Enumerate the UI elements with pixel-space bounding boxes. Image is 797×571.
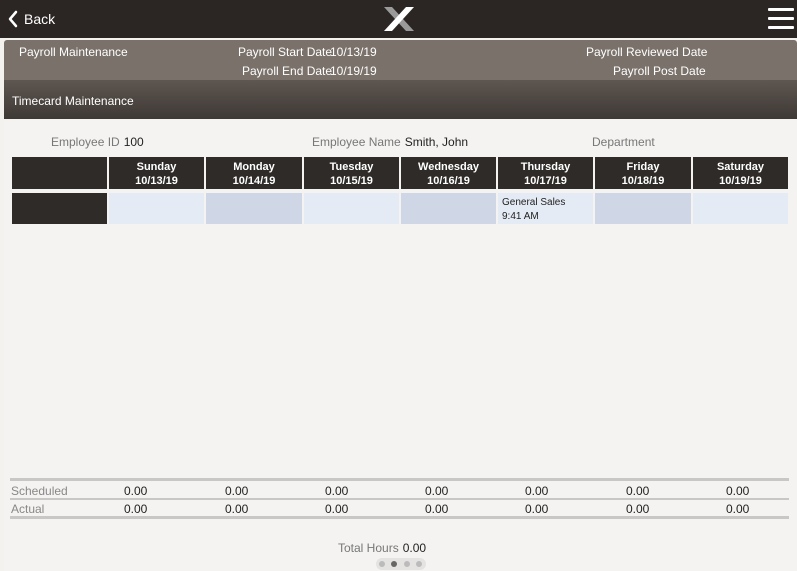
scheduled-value: 0.00: [626, 484, 650, 498]
actual-value: 0.00: [726, 502, 750, 516]
department-label: Department: [592, 135, 655, 149]
total-hours-value: 0.00: [402, 541, 427, 555]
actual-label: Actual: [11, 502, 45, 516]
divider: [10, 478, 789, 481]
page-dot[interactable]: [404, 561, 410, 567]
day-header-thursday: Thursday 10/17/19: [498, 157, 593, 189]
total-hours-label: Total Hours: [338, 541, 399, 555]
row-label-cell: [12, 193, 107, 224]
day-header-wednesday: Wednesday 10/16/19: [401, 157, 496, 189]
payroll-header: Payroll Maintenance Payroll Start Date 1…: [4, 40, 797, 80]
day-header-monday: Monday 10/14/19: [206, 157, 302, 189]
scheduled-value: 0.00: [325, 484, 349, 498]
day-header-tuesday: Tuesday 10/15/19: [304, 157, 399, 189]
actual-value: 0.00: [124, 502, 148, 516]
day-cell-monday[interactable]: [206, 193, 302, 224]
total-hours: Total Hours 0.00: [338, 541, 426, 555]
day-cell-wednesday[interactable]: [401, 193, 496, 224]
day-cell-saturday[interactable]: [693, 193, 788, 224]
scheduled-label: Scheduled: [11, 484, 68, 498]
employee-id-label: Employee ID: [51, 135, 120, 149]
employee-name: Employee Name Smith, John: [312, 135, 468, 149]
divider: [10, 498, 789, 500]
actual-value: 0.00: [626, 502, 650, 516]
actual-value: 0.00: [425, 502, 449, 516]
payroll-start-value: 10/13/19: [330, 45, 377, 59]
page-dot[interactable]: [416, 561, 422, 567]
top-bar: Back: [0, 0, 797, 38]
day-header-sunday: Sunday 10/13/19: [109, 157, 204, 189]
entry-job: General Sales: [502, 197, 566, 208]
day-header-friday: Friday 10/18/19: [595, 157, 691, 189]
employee-id: Employee ID 100: [51, 135, 144, 149]
scheduled-value: 0.00: [425, 484, 449, 498]
section-header: Timecard Maintenance: [4, 80, 797, 119]
day-cell-friday[interactable]: [595, 193, 691, 224]
scheduled-value: 0.00: [225, 484, 249, 498]
back-label: Back: [24, 11, 56, 27]
logo-x-icon: [384, 7, 414, 31]
hamburger-menu-icon[interactable]: [768, 8, 794, 30]
day-cell-tuesday[interactable]: [304, 193, 399, 224]
payroll-title: Payroll Maintenance: [19, 45, 128, 59]
day-cell-thursday[interactable]: General Sales 9:41 AM: [498, 193, 593, 224]
chevron-left-icon: [8, 10, 18, 28]
divider: [10, 516, 789, 519]
employee-id-value: 100: [123, 135, 144, 149]
back-button[interactable]: Back: [8, 8, 55, 30]
scheduled-value: 0.00: [726, 484, 750, 498]
day-header-saturday: Saturday 10/19/19: [693, 157, 788, 189]
employee-name-label: Employee Name: [312, 135, 401, 149]
payroll-reviewed-label: Payroll Reviewed Date: [586, 45, 708, 59]
payroll-end-label: Payroll End Date: [242, 64, 333, 78]
department: Department: [592, 135, 655, 149]
scheduled-value: 0.00: [525, 484, 549, 498]
actual-value: 0.00: [525, 502, 549, 516]
employee-name-value: Smith, John: [404, 135, 469, 149]
day-cell-sunday[interactable]: [109, 193, 204, 224]
actual-value: 0.00: [225, 502, 249, 516]
payroll-end-value: 10/19/19: [330, 64, 377, 78]
scheduled-value: 0.00: [124, 484, 148, 498]
section-title: Timecard Maintenance: [12, 94, 134, 108]
entry-time: 9:41 AM: [502, 211, 539, 222]
payroll-post-label: Payroll Post Date: [613, 64, 706, 78]
page-dot-active[interactable]: [391, 561, 397, 567]
grid-corner: [12, 157, 107, 189]
actual-value: 0.00: [325, 502, 349, 516]
page-indicator[interactable]: [376, 558, 426, 570]
page-dot[interactable]: [379, 561, 385, 567]
payroll-start-label: Payroll Start Date: [238, 45, 333, 59]
